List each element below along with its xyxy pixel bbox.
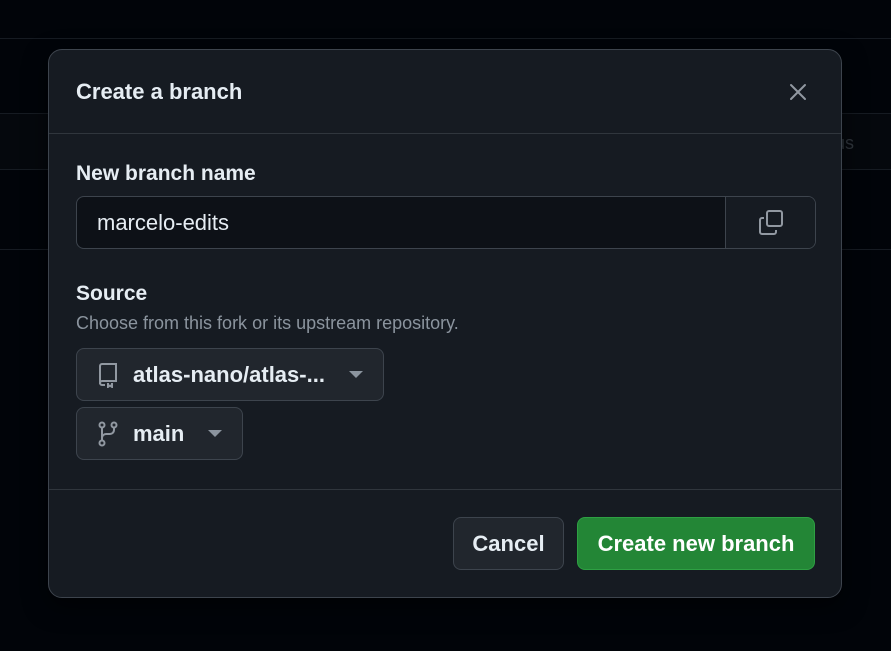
background-divider — [0, 38, 891, 39]
source-hint: Choose from this fork or its upstream re… — [76, 313, 459, 333]
copy-button[interactable] — [725, 197, 815, 248]
branch-name-field — [76, 196, 816, 249]
repository-value: atlas-nano/atlas-... — [133, 361, 325, 387]
repository-select[interactable]: atlas-nano/atlas-... — [76, 348, 384, 401]
dialog-header: Create a branch — [49, 50, 841, 134]
close-icon — [790, 83, 806, 100]
create-branch-dialog: Create a branch New branch name Source C… — [48, 49, 842, 598]
repo-icon — [98, 362, 117, 388]
chevron-down-icon — [348, 371, 363, 378]
dialog-title: Create a branch — [76, 78, 243, 104]
copy-icon — [758, 209, 783, 235]
create-branch-button[interactable]: Create new branch — [577, 517, 815, 570]
dialog-body: New branch name Source Choose from this … — [49, 134, 841, 490]
git-branch-icon — [98, 421, 118, 446]
source-label: Source — [76, 282, 148, 305]
cancel-button[interactable]: Cancel — [453, 517, 564, 570]
source-section: Source Choose from this fork or its upst… — [76, 282, 814, 460]
branch-value: main — [133, 420, 185, 446]
dialog-footer: Cancel Create new branch — [49, 490, 841, 597]
close-button[interactable] — [782, 76, 814, 108]
branch-name-label: New branch name — [76, 162, 256, 185]
branch-name-input[interactable] — [77, 197, 725, 248]
branch-select[interactable]: main — [76, 407, 244, 460]
chevron-down-icon — [208, 430, 223, 437]
